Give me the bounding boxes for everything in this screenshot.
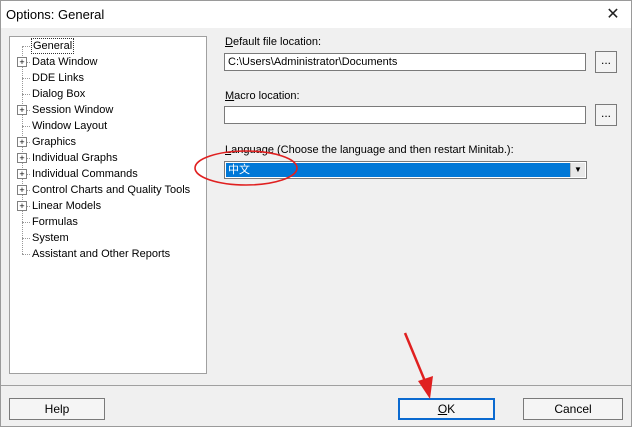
title-bar: Options: General ✕ xyxy=(1,1,631,28)
tree-item[interactable]: + Linear Models xyxy=(10,198,204,214)
cancel-button[interactable]: Cancel xyxy=(523,398,623,420)
tree-item-label: Control Charts and Quality Tools xyxy=(32,184,191,196)
expand-icon[interactable]: + xyxy=(17,105,27,115)
default-file-location-browse-button[interactable]: ... xyxy=(595,51,617,73)
tree-item[interactable]: Assistant and Other Reports xyxy=(10,246,204,262)
tree-item-label: Graphics xyxy=(32,136,77,148)
tree-item[interactable]: Formulas xyxy=(10,214,204,230)
language-label: Language (Choose the language and then r… xyxy=(225,144,514,156)
macro-location-browse-button[interactable]: ... xyxy=(595,104,617,126)
tree-connector xyxy=(22,254,30,255)
language-selected-value: 中文 xyxy=(226,163,570,177)
expand-icon[interactable]: + xyxy=(17,57,27,67)
default-file-location-input[interactable]: C:\Users\Administrator\Documents xyxy=(224,53,586,71)
tree-item[interactable]: System xyxy=(10,230,204,246)
tree-connector xyxy=(22,238,30,239)
tree-item-label: General xyxy=(31,38,75,54)
tree-item[interactable]: + Graphics xyxy=(10,134,204,150)
tree-item[interactable]: + Control Charts and Quality Tools xyxy=(10,182,204,198)
tree-item-label: Window Layout xyxy=(32,120,108,132)
options-dialog: Options: General ✕ General + Data Window DD… xyxy=(0,0,632,427)
button-separator xyxy=(1,385,631,386)
tree-item[interactable]: Window Layout xyxy=(10,118,204,134)
options-tree[interactable]: General + Data Window DDE Links Dialog Box + S… xyxy=(9,36,207,374)
tree-item[interactable]: Dialog Box xyxy=(10,86,204,102)
ok-button[interactable]: OK xyxy=(398,398,495,420)
tree-item-label: Linear Models xyxy=(32,200,102,212)
dialog-title: Options: General xyxy=(6,7,105,22)
macro-location-input[interactable] xyxy=(224,106,586,124)
tree-connector xyxy=(22,78,30,79)
expand-icon[interactable]: + xyxy=(17,137,27,147)
tree-item[interactable]: + Data Window xyxy=(10,54,204,70)
tree-item[interactable]: + Session Window xyxy=(10,102,204,118)
tree-connector xyxy=(22,222,30,223)
tree-item[interactable]: DDE Links xyxy=(10,70,204,86)
close-icon[interactable]: ✕ xyxy=(603,5,623,25)
tree-item[interactable]: + Individual Graphs xyxy=(10,150,204,166)
tree-item-label: Dialog Box xyxy=(32,88,86,100)
expand-icon[interactable]: + xyxy=(17,169,27,179)
tree-item-label: Data Window xyxy=(32,56,98,68)
tree-item-label: DDE Links xyxy=(32,72,84,84)
tree-item[interactable]: + Individual Commands xyxy=(10,166,204,182)
chevron-down-icon[interactable]: ▼ xyxy=(570,163,585,177)
tree-item-label: Session Window xyxy=(32,104,114,116)
expand-icon[interactable]: + xyxy=(17,185,27,195)
help-button[interactable]: Help xyxy=(9,398,105,420)
tree-item-label: System xyxy=(32,232,69,244)
language-select[interactable]: 中文 ▼ xyxy=(224,161,587,179)
expand-icon[interactable]: + xyxy=(17,153,27,163)
tree-connector xyxy=(22,94,30,95)
tree-connector xyxy=(22,46,30,47)
tree-item-label: Formulas xyxy=(32,216,78,228)
macro-location-label: Macro location: xyxy=(225,90,300,102)
tree-item-label: Assistant and Other Reports xyxy=(32,248,171,260)
tree-connector xyxy=(22,126,30,127)
expand-icon[interactable]: + xyxy=(17,201,27,211)
tree-item-label: Individual Graphs xyxy=(32,152,118,164)
tree-item-label: Individual Commands xyxy=(32,168,138,180)
default-file-location-label: Default file location: xyxy=(225,36,322,48)
tree-item[interactable]: General xyxy=(10,38,204,54)
